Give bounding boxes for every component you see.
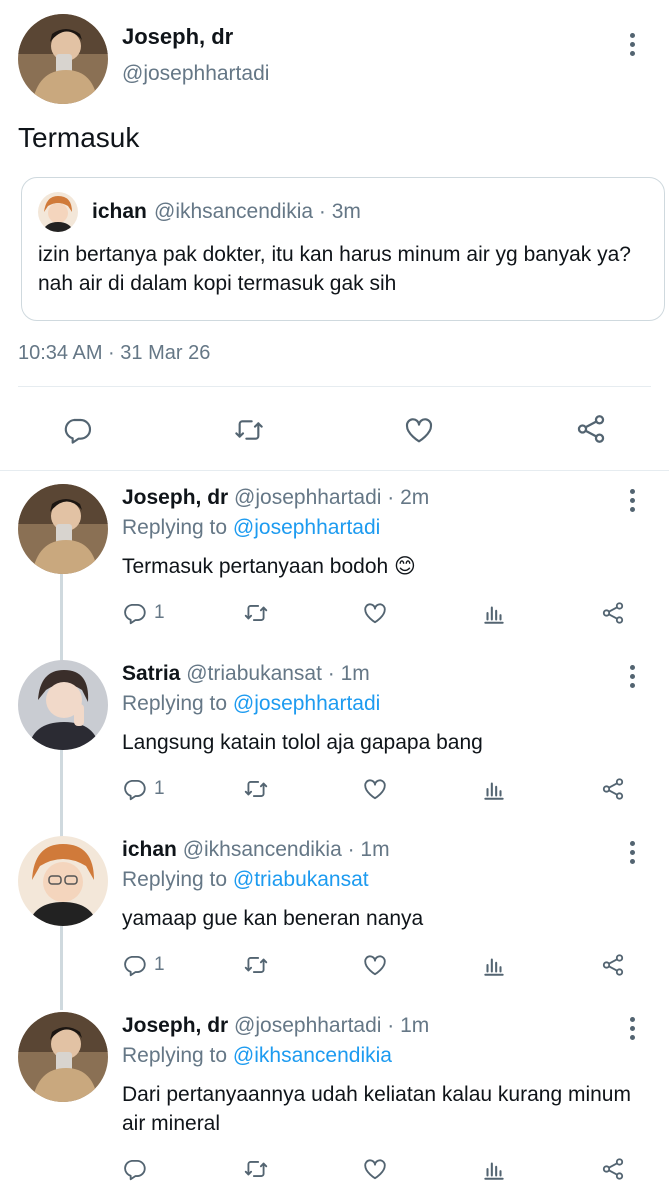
- divider: [0, 470, 669, 471]
- reply-author-name[interactable]: Satria: [122, 662, 180, 685]
- replying-to-label: Replying to: [122, 1044, 228, 1067]
- more-options-icon[interactable]: [620, 30, 644, 58]
- reply-author-meta: @josephhartadi · 1m: [234, 1014, 430, 1037]
- retweet-icon[interactable]: [242, 952, 270, 978]
- reply-author-name[interactable]: Joseph, dr: [122, 1014, 228, 1037]
- reply-author-meta: @triabukansat · 1m: [186, 662, 370, 685]
- reply-icon[interactable]: [122, 776, 148, 802]
- retweet-icon[interactable]: [242, 1156, 270, 1182]
- retweet-icon[interactable]: [242, 776, 270, 802]
- tweet-timestamp: 10:34 AM · 31 Mar 26: [18, 342, 211, 364]
- author-handle[interactable]: @josephhartadi: [122, 62, 269, 86]
- reply-tweet[interactable]: ichan @ikhsancendikia · 1m Replying to @…: [0, 828, 669, 998]
- divider: [18, 386, 651, 387]
- analytics-icon[interactable]: [481, 776, 507, 802]
- replying-to-handle[interactable]: @ikhsancendikia: [233, 1044, 392, 1067]
- reply-tweet[interactable]: Satria @triabukansat · 1m Replying to @j…: [0, 652, 669, 822]
- quoted-author-name: ichan: [92, 200, 147, 223]
- retweet-icon[interactable]: [232, 414, 266, 446]
- more-options-icon[interactable]: [620, 838, 644, 866]
- share-icon[interactable]: [600, 776, 626, 802]
- analytics-icon[interactable]: [481, 600, 507, 626]
- like-heart-icon[interactable]: [361, 600, 389, 626]
- like-heart-icon[interactable]: [361, 1156, 389, 1182]
- replying-to-handle[interactable]: @josephhartadi: [233, 692, 380, 715]
- share-icon[interactable]: [574, 412, 608, 446]
- reply-text: Dari pertanyaannya udah keliatan kalau k…: [122, 1083, 631, 1135]
- reply-count: 1: [154, 602, 165, 623]
- reply-icon[interactable]: [62, 414, 94, 446]
- replying-to-handle[interactable]: @triabukansat: [233, 868, 369, 891]
- analytics-icon[interactable]: [481, 952, 507, 978]
- reply-tweet[interactable]: Joseph, dr @josephhartadi · 2m Replying …: [0, 476, 669, 646]
- more-options-icon[interactable]: [620, 662, 644, 690]
- analytics-icon[interactable]: [481, 1156, 507, 1182]
- share-icon[interactable]: [600, 1156, 626, 1182]
- quoted-tweet-text: izin bertanya pak dokter, itu kan harus …: [38, 243, 631, 295]
- quoted-author-meta: @ikhsancendikia · 3m: [154, 200, 361, 223]
- more-options-icon[interactable]: [620, 1014, 644, 1042]
- reply-icon[interactable]: [122, 1156, 148, 1182]
- reply-text: Langsung katain tolol aja gapapa bang: [122, 731, 483, 754]
- reply-text: Termasuk pertanyaan bodoh 😊: [122, 555, 416, 578]
- like-heart-icon[interactable]: [361, 952, 389, 978]
- quoted-tweet-card[interactable]: ichan @ikhsancendikia · 3m izin bertanya…: [21, 177, 665, 321]
- reply-author-name[interactable]: ichan: [122, 838, 177, 861]
- avatar-joseph[interactable]: [18, 14, 108, 104]
- reply-author-name[interactable]: Joseph, dr: [122, 486, 228, 509]
- reply-icon[interactable]: [122, 600, 148, 626]
- replying-to-label: Replying to: [122, 692, 228, 715]
- reply-author-meta: @josephhartadi · 2m: [234, 486, 430, 509]
- share-icon[interactable]: [600, 952, 626, 978]
- reply-text: yamaap gue kan beneran nanya: [122, 907, 424, 930]
- reply-count: 1: [154, 778, 165, 799]
- retweet-icon[interactable]: [242, 600, 270, 626]
- replying-to-handle[interactable]: @josephhartadi: [233, 516, 380, 539]
- reply-tweet[interactable]: Joseph, dr @josephhartadi · 1m Replying …: [0, 1004, 669, 1200]
- share-icon[interactable]: [600, 600, 626, 626]
- avatar-ichan: [38, 192, 78, 232]
- avatar-joseph[interactable]: [18, 1012, 108, 1102]
- tweet-text: Termasuk: [18, 122, 140, 153]
- reply-author-meta: @ikhsancendikia · 1m: [182, 838, 390, 861]
- replying-to-label: Replying to: [122, 868, 228, 891]
- avatar-ichan[interactable]: [18, 836, 108, 926]
- avatar-joseph[interactable]: [18, 484, 108, 574]
- author-name[interactable]: Joseph, dr: [122, 24, 233, 50]
- like-heart-icon[interactable]: [361, 776, 389, 802]
- avatar-satria[interactable]: [18, 660, 108, 750]
- reply-icon[interactable]: [122, 952, 148, 978]
- like-heart-icon[interactable]: [402, 414, 436, 446]
- reply-count: 1: [154, 954, 165, 975]
- more-options-icon[interactable]: [620, 486, 644, 514]
- replying-to-label: Replying to: [122, 516, 228, 539]
